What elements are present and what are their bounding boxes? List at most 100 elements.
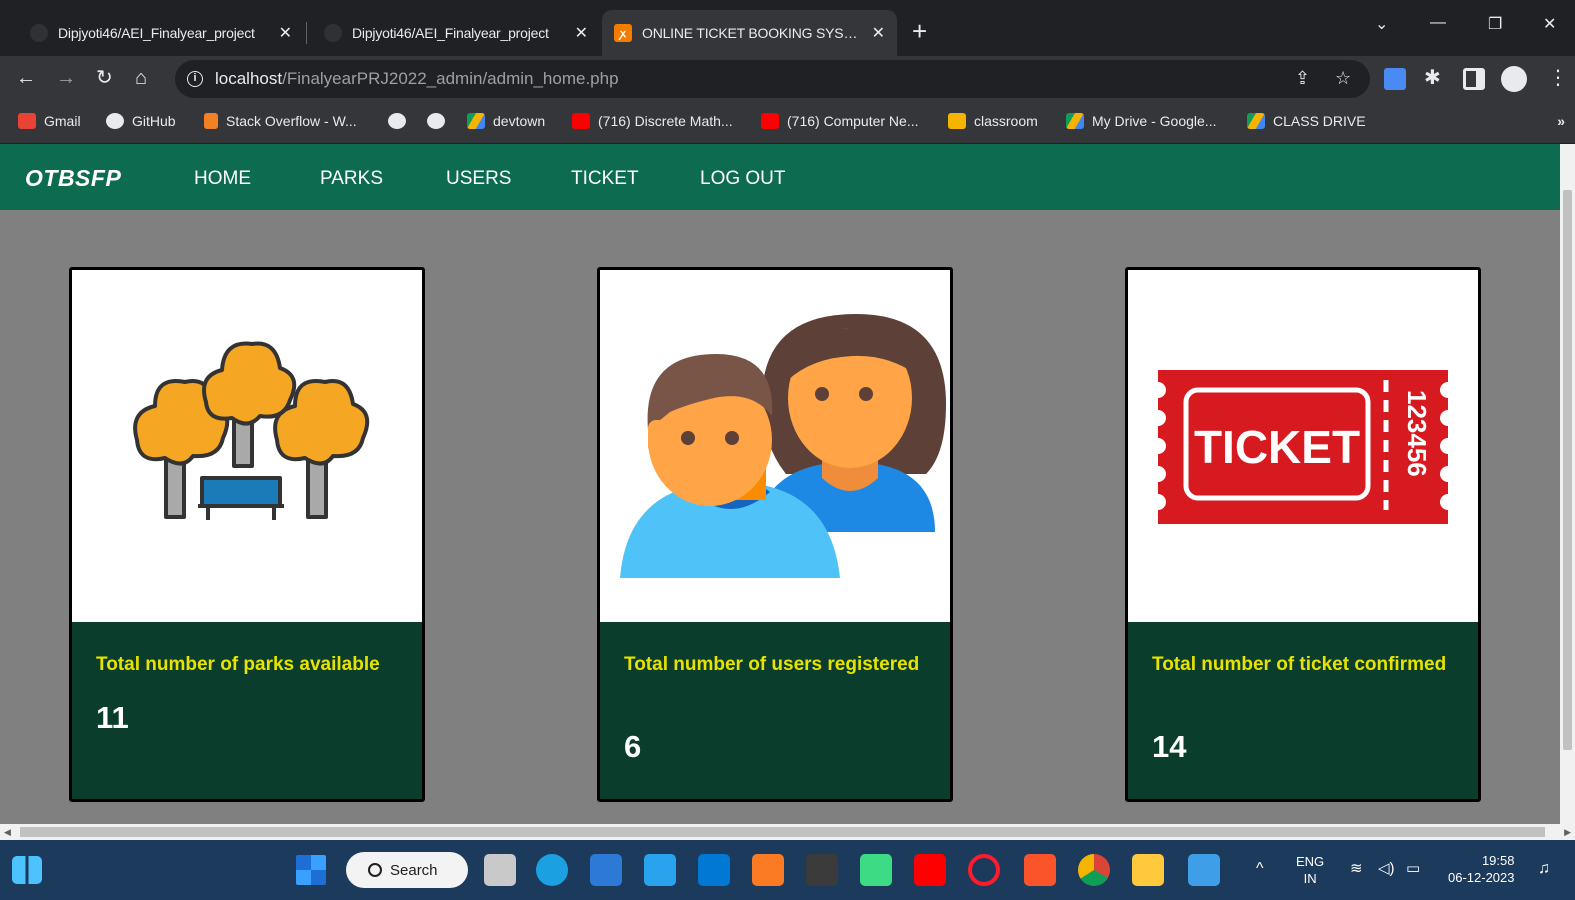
bookmark-classroom[interactable]: classroom	[948, 113, 1038, 129]
notepad-icon[interactable]	[1188, 854, 1220, 886]
tab-title: ONLINE TICKET BOOKING SYSTEM	[642, 25, 864, 41]
taskbar-search[interactable]: Search	[346, 852, 468, 888]
share-icon[interactable]: ⇪	[1295, 68, 1310, 89]
back-icon[interactable]: ←	[16, 66, 36, 90]
battery-icon[interactable]: ▭	[1406, 860, 1420, 877]
youtube-icon	[761, 113, 779, 129]
youtube-app-icon[interactable]	[914, 854, 946, 886]
side-panel-icon[interactable]	[1463, 68, 1485, 90]
tab-search-icon[interactable]: ⌄	[1375, 14, 1388, 34]
volume-icon[interactable]: ◁)	[1378, 860, 1395, 877]
scroll-right-icon[interactable]: ▶	[1564, 827, 1571, 838]
wifi-icon[interactable]: ≋	[1350, 860, 1363, 877]
bookmark-devtown[interactable]: devtown	[467, 113, 545, 129]
bookmark-my-drive[interactable]: My Drive - Google...	[1066, 113, 1216, 129]
file-explorer-icon[interactable]	[1132, 854, 1164, 886]
close-icon[interactable]: ✕	[872, 23, 885, 43]
home-icon[interactable]: ⌂	[135, 66, 147, 90]
forward-icon[interactable]: →	[56, 66, 76, 90]
bookmarks-bar: Gmail GitHub Stack Overflow - W... devto…	[0, 102, 1575, 144]
nav-ticket[interactable]: TICKET	[571, 168, 639, 190]
parks-illustration	[72, 270, 422, 622]
bookmark-class-drive[interactable]: CLASS DRIVE	[1247, 113, 1366, 129]
play-games-icon[interactable]	[860, 854, 892, 886]
bookmarks-overflow-button[interactable]: »	[1557, 113, 1565, 129]
url-text: localhost/FinalyearPRJ2022_admin/admin_h…	[215, 69, 619, 88]
minimize-icon[interactable]: —	[1430, 14, 1446, 32]
reload-icon[interactable]: ↻	[96, 66, 113, 90]
browser-tab-1[interactable]: Dipjyoti46/AEI_Finalyear_project ✕	[18, 10, 304, 56]
menu-kebab-icon[interactable]: ⋮	[1548, 66, 1568, 90]
language-indicator[interactable]: ENG IN	[1296, 853, 1324, 887]
brave-icon[interactable]	[1024, 854, 1056, 886]
users-card[interactable]: Total number of users registered 6	[597, 267, 953, 802]
nav-users[interactable]: USERS	[446, 168, 511, 190]
profile-avatar[interactable]	[1501, 66, 1527, 92]
page-viewport: OTBSFP HOME PARKS USERS TICKET LOG OUT T…	[0, 144, 1575, 824]
horizontal-scroll-thumb[interactable]	[20, 827, 1545, 837]
drive-icon	[1066, 113, 1084, 129]
globe-icon	[427, 113, 445, 129]
bookmark-computer-networks[interactable]: (716) Computer Ne...	[761, 113, 919, 129]
browser-tab-3-active[interactable]: ꭗ ONLINE TICKET BOOKING SYSTEM ✕	[602, 10, 897, 56]
tray-overflow-chevron-icon[interactable]: ^	[1256, 860, 1264, 877]
sticky-notes-icon[interactable]	[806, 854, 838, 886]
bookmark-stackoverflow[interactable]: Stack Overflow - W...	[204, 113, 357, 129]
ticket-illustration: TICKET 123456	[1128, 270, 1478, 622]
vertical-scrollbar[interactable]	[1560, 144, 1575, 824]
browser-tab-2[interactable]: Dipjyoti46/AEI_Finalyear_project ✕	[312, 10, 600, 56]
app-navbar: OTBSFP HOME PARKS USERS TICKET LOG OUT	[0, 144, 1560, 210]
brand-logo[interactable]: OTBSFP	[25, 165, 121, 192]
windows-start-icon[interactable]	[296, 855, 326, 885]
horizontal-scrollbar[interactable]: ◀ ▶	[0, 824, 1575, 840]
opera-icon[interactable]	[968, 854, 1000, 886]
github-icon	[30, 24, 48, 42]
nav-home[interactable]: HOME	[194, 168, 251, 190]
task-view-icon[interactable]	[484, 854, 516, 886]
drive-icon	[1247, 113, 1265, 129]
extensions-puzzle-icon[interactable]: ✱	[1424, 66, 1441, 90]
users-card-footer: Total number of users registered 6	[600, 622, 950, 799]
close-icon[interactable]: ✕	[575, 23, 588, 43]
new-tab-button[interactable]: +	[912, 18, 927, 44]
site-info-icon[interactable]: i	[187, 71, 203, 87]
tickets-card[interactable]: TICKET 123456 Total number of ticket con…	[1125, 267, 1481, 802]
edge-icon[interactable]	[536, 854, 568, 886]
parks-card-footer: Total number of parks available 11	[72, 622, 422, 799]
tab-title: Dipjyoti46/AEI_Finalyear_project	[352, 25, 549, 41]
system-clock[interactable]: 19:58 06-12-2023	[1448, 852, 1515, 886]
bookmark-star-icon[interactable]: ☆	[1335, 68, 1351, 89]
classroom-icon	[948, 113, 966, 129]
xampp-icon[interactable]	[752, 854, 784, 886]
github-icon	[324, 24, 342, 42]
xampp-icon: ꭗ	[614, 24, 632, 42]
windows-taskbar: Search ^ ENG IN ≋ ◁) ▭ 19:58 06-12-2023 ♫	[0, 840, 1575, 900]
parks-card[interactable]: Total number of parks available 11	[69, 267, 425, 802]
bookmark-github[interactable]: GitHub	[106, 113, 176, 129]
bookmark-globe-1[interactable]	[388, 113, 414, 129]
scroll-left-icon[interactable]: ◀	[4, 827, 11, 838]
nav-logout[interactable]: LOG OUT	[700, 168, 786, 190]
parks-count: 11	[96, 700, 129, 735]
users-illustration	[600, 270, 950, 622]
vertical-scroll-thumb[interactable]	[1563, 190, 1572, 750]
tickets-card-footer: Total number of ticket confirmed 14	[1128, 622, 1478, 799]
close-icon[interactable]: ✕	[279, 23, 292, 43]
bookmark-gmail[interactable]: Gmail	[18, 113, 81, 129]
chrome-icon[interactable]	[1078, 854, 1110, 886]
translate-extension-icon[interactable]	[1384, 68, 1406, 90]
widgets-icon[interactable]	[12, 856, 42, 884]
github-icon	[106, 113, 124, 129]
address-bar[interactable]: i localhost/FinalyearPRJ2022_admin/admin…	[175, 60, 1370, 98]
window-close-icon[interactable]: ✕	[1543, 14, 1556, 34]
restore-icon[interactable]: ❐	[1488, 14, 1502, 34]
notifications-bell-icon[interactable]: ♫	[1538, 860, 1550, 877]
bookmark-globe-2[interactable]	[427, 113, 453, 129]
store-icon[interactable]	[590, 854, 622, 886]
nav-parks[interactable]: PARKS	[320, 168, 383, 190]
browser-tabstrip: Dipjyoti46/AEI_Finalyear_project ✕ Dipjy…	[0, 0, 1575, 56]
monitor-icon[interactable]	[644, 854, 676, 886]
bookmark-discrete-math[interactable]: (716) Discrete Math...	[572, 113, 733, 129]
ticket-label: TICKET	[1194, 421, 1360, 473]
vscode-icon[interactable]	[698, 854, 730, 886]
